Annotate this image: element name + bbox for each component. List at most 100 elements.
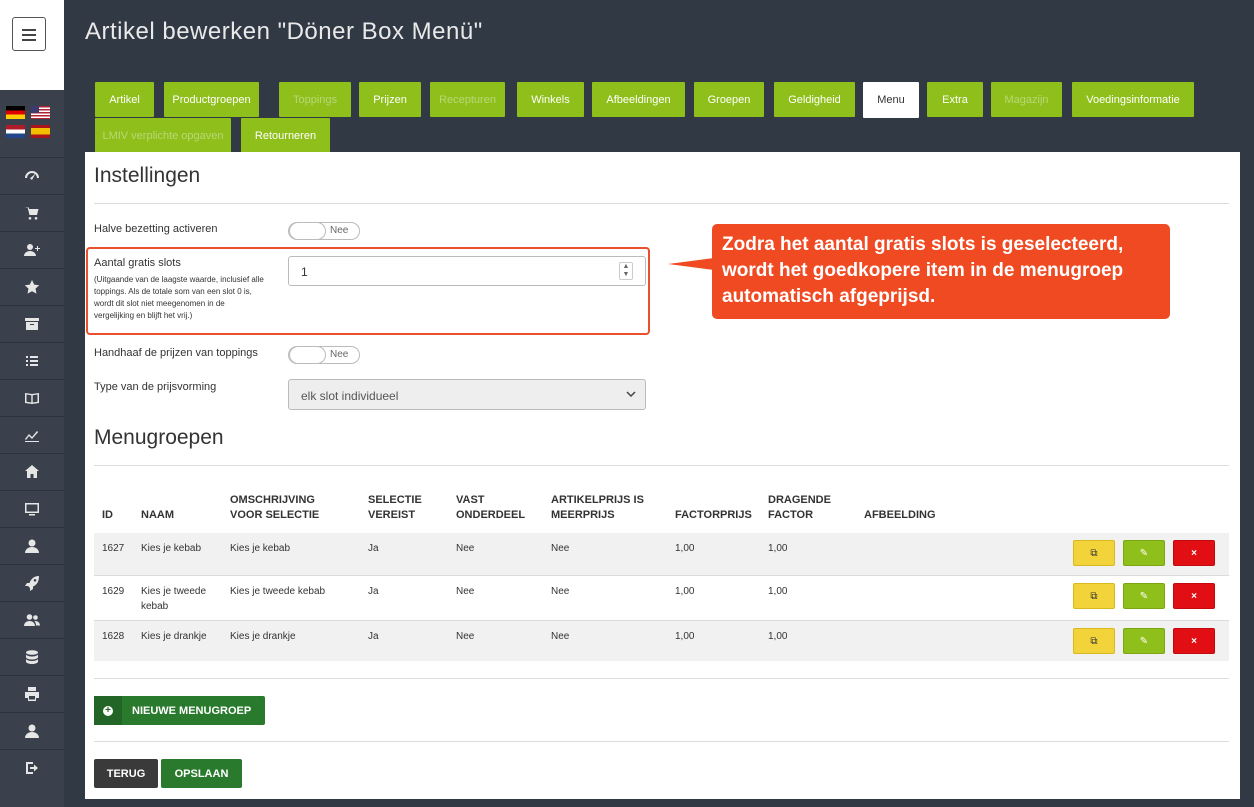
nav-user[interactable] [0, 527, 64, 564]
nav-list[interactable] [0, 342, 64, 379]
plus-icon: + [94, 696, 122, 725]
delete-button[interactable]: × [1173, 628, 1215, 654]
tab-afbeeldingen[interactable]: Afbeeldingen [592, 82, 685, 117]
nav-database[interactable] [0, 638, 64, 675]
nav-home[interactable] [0, 453, 64, 490]
flag-english-icon[interactable] [31, 106, 50, 119]
free-slots-value: 1 [301, 265, 308, 279]
copy-icon: ⧉ [1090, 635, 1098, 647]
page-title: Artikel bewerken "Döner Box Menü" [85, 18, 483, 45]
column-header: FACTORPRIJS [675, 509, 752, 521]
cell-carrying: 1,00 [768, 586, 788, 597]
chart-icon [25, 431, 39, 442]
cell-required: Ja [368, 586, 379, 597]
nav-account[interactable] [0, 712, 64, 749]
pencil-icon: ✎ [1139, 547, 1149, 559]
divider [94, 678, 1229, 679]
nav-monitor[interactable] [0, 490, 64, 527]
users-icon [24, 614, 40, 626]
toggle-text: Nee [330, 349, 349, 360]
tab-extra[interactable]: Extra [927, 82, 983, 117]
nav-favorites[interactable] [0, 268, 64, 305]
tab-menu[interactable]: Menu [863, 82, 919, 118]
new-menugroup-button[interactable]: + NIEUWE MENUGROEP [94, 696, 265, 725]
tab-magazijn[interactable]: Magazijn [991, 82, 1062, 117]
pricing-type-select[interactable]: elk slot individueel [288, 379, 646, 410]
save-button[interactable]: OPSLAAN [161, 759, 242, 788]
nav-cart[interactable] [0, 194, 64, 231]
free-slots-input[interactable]: 1 ▲ ▼ [288, 256, 646, 286]
tab-voedingsinformatie[interactable]: Voedingsinformatie [1072, 82, 1194, 117]
nav-dashboard[interactable] [0, 157, 64, 194]
cell-id: 1628 [102, 631, 125, 642]
pricing-type-label: Type van de prijsvorming [94, 381, 217, 393]
column-header: ARTIKELPRIJS IS MEERPRIJS [551, 494, 644, 521]
copy-button[interactable]: ⧉ [1073, 628, 1115, 654]
pencil-icon: ✎ [1139, 635, 1149, 647]
pencil-icon: ✎ [1139, 590, 1149, 602]
cell-required: Ja [368, 631, 379, 642]
cell-fixed: Nee [456, 586, 475, 597]
half-occupancy-toggle[interactable]: Nee [288, 222, 360, 240]
back-button[interactable]: TERUG [94, 759, 158, 788]
nav-rocket[interactable] [0, 564, 64, 601]
nav-statistics[interactable] [0, 416, 64, 453]
edit-button[interactable]: ✎ [1123, 583, 1165, 609]
number-stepper[interactable]: ▲ ▼ [619, 262, 633, 280]
language-flags [6, 106, 56, 142]
column-header: ID [102, 509, 113, 521]
column-header: NAAM [141, 509, 174, 521]
archive-icon [25, 318, 39, 330]
nav-add-user[interactable] [0, 231, 64, 268]
database-icon [26, 650, 38, 664]
nav-book[interactable] [0, 379, 64, 416]
tab-prijzen[interactable]: Prijzen [359, 82, 421, 117]
edit-button[interactable]: ✎ [1123, 540, 1165, 566]
copy-button[interactable]: ⧉ [1073, 583, 1115, 609]
tab-geldigheid[interactable]: Geldigheid [774, 82, 855, 117]
edit-button[interactable]: ✎ [1123, 628, 1165, 654]
tab-lmiv-verplichte-opgaven[interactable]: LMIV verplichte opgaven [95, 118, 231, 153]
copy-icon: ⧉ [1090, 590, 1098, 602]
column-header: VAST ONDERDEEL [456, 494, 526, 521]
flag-spanish-icon[interactable] [31, 125, 50, 138]
divider [94, 465, 1229, 466]
tab-artikel[interactable]: Artikel [95, 82, 154, 117]
close-icon: × [1191, 590, 1197, 602]
new-menugroup-label: NIEUWE MENUGROEP [132, 705, 252, 717]
callout: Zodra het aantal gratis slots is geselec… [712, 224, 1170, 319]
cell-fixed: Nee [456, 631, 475, 642]
tab-groepen[interactable]: Groepen [694, 82, 764, 117]
keep-topping-prices-toggle[interactable]: Nee [288, 346, 360, 364]
nav-print[interactable] [0, 675, 64, 712]
keep-topping-prices-label: Handhaaf de prijzen van toppings [94, 347, 258, 359]
tab-retourneren[interactable]: Retourneren [241, 118, 330, 153]
cell-surcharge: Nee [551, 543, 570, 554]
nav-archive[interactable] [0, 305, 64, 342]
delete-button[interactable]: × [1173, 583, 1215, 609]
flag-german-icon[interactable] [6, 106, 25, 119]
settings-title: Instellingen [94, 164, 201, 187]
column-header: OMSCHRIJVING VOOR SELECTIE [230, 494, 320, 521]
tab-productgroepen[interactable]: Productgroepen [164, 82, 259, 117]
nav-logout[interactable] [0, 749, 64, 786]
cell-factor_price: 1,00 [675, 586, 695, 597]
tab-toppings[interactable]: Toppings [279, 82, 351, 117]
cell-carrying: 1,00 [768, 543, 788, 554]
copy-button[interactable]: ⧉ [1073, 540, 1115, 566]
free-slots-help: (Uitgaande van de laagste waarde, inclus… [94, 275, 264, 320]
tab-winkels[interactable]: Winkels [517, 82, 584, 117]
column-header: SELECTIE VEREIST [368, 494, 422, 521]
logout-icon [26, 762, 38, 774]
cell-name: Kies je kebab [141, 543, 202, 554]
delete-button[interactable]: × [1173, 540, 1215, 566]
cell-desc: Kies je drankje [230, 631, 296, 642]
flag-dutch-icon[interactable] [6, 125, 25, 138]
menu-toggle-button[interactable] [12, 17, 46, 51]
table-row: 1628 Kies je drankje Kies je drankje Ja Nee N… [94, 620, 1229, 661]
dashboard-icon [25, 171, 39, 180]
divider [94, 741, 1229, 742]
tab-recepturen[interactable]: Recepturen [430, 82, 505, 117]
nav-users[interactable] [0, 601, 64, 638]
column-header: AFBEELDING [864, 509, 936, 521]
